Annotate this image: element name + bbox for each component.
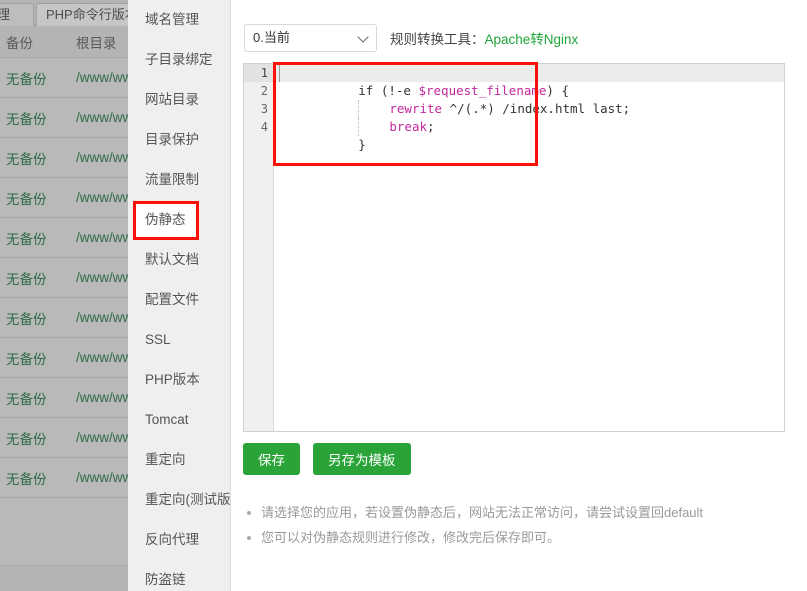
rule-select[interactable]: 0.当前 [244,24,377,52]
sidebar-item-pseudo-static[interactable]: 伪静态 [128,200,230,240]
sidebar-item-directory-protection[interactable]: 目录保护 [128,120,230,160]
text-cursor [279,64,280,82]
sidebar-item-traffic-limit[interactable]: 流量限制 [128,160,230,200]
apache-to-nginx-link[interactable]: Apache转Nginx [485,32,579,47]
cell-root-dir: /www/ww [76,310,133,325]
sidebar-item-label: 重定向 [145,452,186,467]
sidebar-item-label: 子目录绑定 [145,52,213,67]
line-number: 3 [260,102,268,116]
background-tab-0[interactable]: 管理 [0,3,34,27]
cell-backup: 无备份 [6,471,47,487]
sidebar-item-ssl[interactable]: SSL [128,320,230,360]
cell-backup: 无备份 [6,111,47,127]
cell-root-dir: /www/ww [76,230,133,245]
column-header-root-dir: 根目录 [76,35,117,51]
code-text-area[interactable]: if (!-e $request_filename) { rewrite ^/(… [275,64,784,431]
cell-backup: 无备份 [6,351,47,367]
code-line[interactable]: } [275,118,784,152]
sidebar-item-label: PHP版本 [145,372,200,387]
cell-root-dir: /www/ww [76,470,133,485]
cell-backup: 无备份 [6,151,47,167]
sidebar-item-label: SSL [145,332,171,347]
rule-select-wrapper[interactable]: 0.当前 [244,24,377,52]
line-number: 1 [244,64,273,82]
help-item: 请选择您的应用，若设置伪静态后，网站无法正常访问，请尝试设置回default [243,500,763,525]
site-settings-nav: 域名管理 子目录绑定 网站目录 目录保护 流量限制 伪静态 默认文档 配置文件 … [128,0,231,591]
sidebar-item-reverse-proxy[interactable]: 反向代理 [128,520,230,560]
code-line[interactable]: if (!-e $request_filename) { [275,64,784,98]
editor-toolbar: 0.当前 规则转换工具：Apache转Nginx [244,24,578,52]
cell-root-dir: /www/ww [76,150,133,165]
cell-root-dir: /www/ww [76,350,133,365]
sidebar-item-tomcat[interactable]: Tomcat [128,400,230,440]
sidebar-item-label: 目录保护 [145,132,199,147]
code-token: } [358,137,366,152]
cell-backup: 无备份 [6,71,47,87]
cell-backup: 无备份 [6,311,47,327]
cell-root-dir: /www/ww [76,70,133,85]
sidebar-item-default-document[interactable]: 默认文档 [128,240,230,280]
sidebar-item-label: 域名管理 [145,12,199,27]
sidebar-item-php-version[interactable]: PHP版本 [128,360,230,400]
cell-root-dir: /www/ww [76,110,133,125]
converter-label: 规则转换工具：Apache转Nginx [390,28,578,48]
line-number: 2 [260,84,268,98]
background-tab-label: PHP命令行版本 [46,7,138,22]
line-number-gutter: 1 2 3 4 [244,64,274,431]
cell-backup: 无备份 [6,231,47,247]
column-header-backup: 备份 [6,35,33,51]
sidebar-item-subdir-binding[interactable]: 子目录绑定 [128,40,230,80]
cell-root-dir: /www/ww [76,190,133,205]
help-notes: 请选择您的应用，若设置伪静态后，网站无法正常访问，请尝试设置回default 您… [243,500,763,550]
sidebar-item-label: 网站目录 [145,92,199,107]
sidebar-item-label: 流量限制 [145,172,199,187]
cell-backup: 无备份 [6,191,47,207]
help-item: 您可以对伪静态规则进行修改，修改完后保存即可。 [243,525,763,550]
sidebar-item-hotlink-protection[interactable]: 防盗链 [128,560,230,591]
action-buttons: 保存 另存为模板 [243,443,411,475]
cell-root-dir: /www/ww [76,430,133,445]
code-line[interactable]: rewrite ^/(.*) /index.html last; [275,82,784,118]
sidebar-item-label: Tomcat [145,412,189,427]
save-button[interactable]: 保存 [243,443,300,475]
page-root: 管理 PHP命令行版本 备份 根目录 无备份 /www/ww 无备份 /www/… [0,0,807,591]
background-tab-label: 管理 [0,7,10,22]
line-number: 4 [260,120,268,134]
sidebar-item-label: 配置文件 [145,292,199,307]
sidebar-item-domain-management[interactable]: 域名管理 [128,0,230,40]
cell-backup: 无备份 [6,271,47,287]
cell-root-dir: /www/ww [76,270,133,285]
sidebar-item-label: 伪静态 [145,212,186,227]
sidebar-item-label: 默认文档 [145,252,199,267]
code-line[interactable]: break; [275,100,784,136]
sidebar-item-redirect[interactable]: 重定向 [128,440,230,480]
sidebar-item-redirect-beta[interactable]: 重定向(测试版) [128,480,230,520]
sidebar-item-label: 防盗链 [145,572,186,587]
sidebar-item-label: 反向代理 [145,532,199,547]
pseudo-static-panel: 0.当前 规则转换工具：Apache转Nginx 1 2 3 4 if (!-e… [231,0,807,591]
code-editor[interactable]: 1 2 3 4 if (!-e $request_filename) { rew… [243,63,785,432]
converter-label-text: 规则转换工具： [390,32,485,47]
sidebar-item-config-file[interactable]: 配置文件 [128,280,230,320]
cell-root-dir: /www/ww [76,390,133,405]
sidebar-item-website-directory[interactable]: 网站目录 [128,80,230,120]
sidebar-item-label: 重定向(测试版) [145,492,231,507]
cell-backup: 无备份 [6,391,47,407]
cell-backup: 无备份 [6,431,47,447]
save-as-template-button[interactable]: 另存为模板 [313,443,411,475]
